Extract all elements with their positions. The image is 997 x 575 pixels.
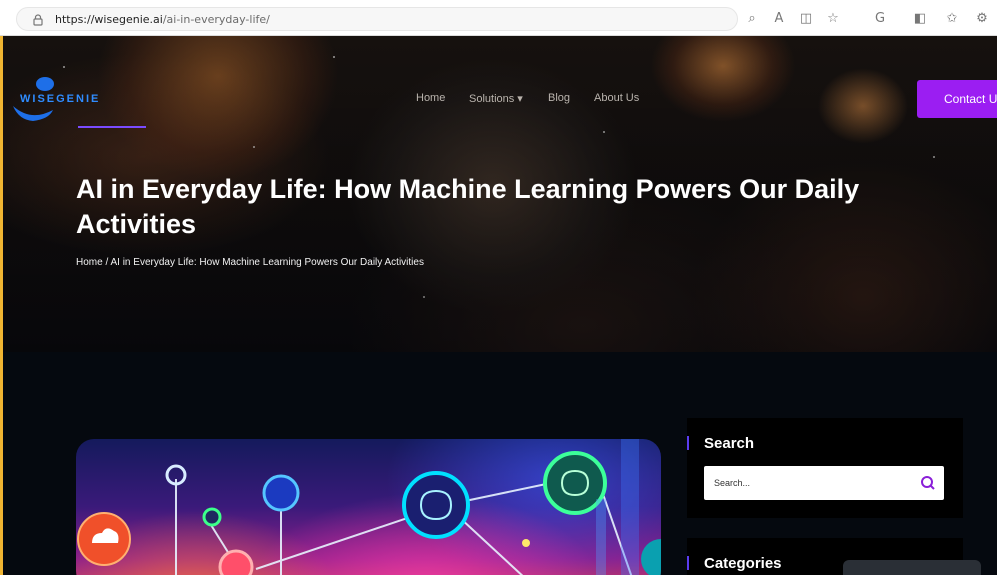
categories-title-accent [687, 556, 689, 570]
search-widget: Search [687, 418, 963, 518]
site-info-icon[interactable] [31, 13, 45, 27]
address-bar[interactable]: https://wisegenie.ai/ai-in-everyday-life… [16, 7, 738, 31]
neural-network-illustration [77, 439, 661, 575]
nav-blog[interactable]: Blog [548, 92, 570, 104]
nav-active-indicator [78, 126, 146, 128]
chat-widget-tab[interactable] [843, 560, 981, 575]
page-title: AI in Everyday Life: How Machine Learnin… [76, 174, 860, 239]
categories-widget-title: Categories [704, 555, 782, 572]
search-box [704, 466, 944, 500]
split-screen-icon[interactable]: ◧ [907, 8, 933, 28]
favorite-star-icon[interactable]: ☆ [820, 8, 846, 28]
nav-about-us[interactable]: About Us [594, 92, 639, 104]
contact-us-button[interactable]: Contact Us [917, 80, 997, 118]
search-icon[interactable] [920, 475, 936, 491]
search-input[interactable] [704, 466, 904, 500]
url-domain: https://wisegenie.ai [55, 13, 163, 26]
browser-toolbar: https://wisegenie.ai/ai-in-everyday-life… [0, 0, 997, 36]
favorites-icon[interactable]: ✩ [939, 8, 965, 28]
breadcrumb-home[interactable]: Home [76, 257, 103, 268]
reader-view-icon[interactable]: ◫ [793, 8, 819, 28]
copilot-icon[interactable]: G [867, 8, 893, 28]
zoom-icon[interactable]: ⌕ [739, 8, 765, 28]
extensions-icon[interactable]: ⚙ [969, 8, 995, 28]
breadcrumb: Home / AI in Everyday Life: How Machine … [76, 257, 424, 268]
search-title-accent [687, 436, 689, 450]
main-nav: Home Solutions ▾ Blog About Us [3, 92, 997, 108]
featured-image [76, 439, 661, 575]
nav-solutions[interactable]: Solutions ▾ [469, 92, 523, 105]
breadcrumb-current: AI in Everyday Life: How Machine Learnin… [110, 257, 424, 268]
nav-home[interactable]: Home [416, 92, 445, 104]
article-content-area: Search Categories [3, 352, 997, 575]
url-path: /ai-in-everyday-life/ [162, 13, 270, 26]
hero-banner: WISEGENIE Home Solutions ▾ Blog About Us… [3, 36, 997, 352]
read-aloud-icon[interactable]: A [766, 8, 792, 28]
breadcrumb-separator: / [105, 257, 109, 268]
url-text[interactable]: https://wisegenie.ai/ai-in-everyday-life… [55, 13, 270, 26]
search-widget-title: Search [704, 435, 755, 452]
